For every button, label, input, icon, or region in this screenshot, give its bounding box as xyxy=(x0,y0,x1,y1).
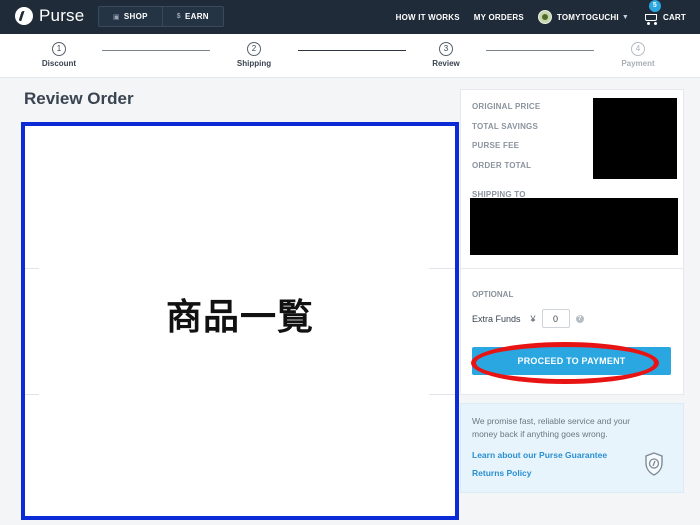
step-shipping[interactable]: 2 Shipping xyxy=(214,42,294,68)
step-review[interactable]: 3 Review xyxy=(406,42,486,68)
earn-label: EARN xyxy=(185,12,209,21)
step-number: 2 xyxy=(247,42,261,56)
help-icon[interactable]: ? xyxy=(575,314,584,323)
divider xyxy=(25,394,455,395)
proceed-to-payment-button[interactable]: PROCEED TO PAYMENT xyxy=(472,347,671,375)
extra-funds-row: Extra Funds ¥ ? xyxy=(472,309,584,328)
nav-links: HOW IT WORKS MY ORDERS TOMYTOGUCHI ▼ 5 C… xyxy=(382,0,686,34)
returns-policy-link[interactable]: Returns Policy xyxy=(472,468,532,478)
redacted-shipping-address xyxy=(470,198,678,255)
currency-symbol: ¥ xyxy=(530,313,536,324)
shield-icon xyxy=(645,452,663,476)
step-label: Shipping xyxy=(236,59,272,68)
purse-guarantee-box: We promise fast, reliable service and yo… xyxy=(460,403,684,493)
top-nav: Purse ▣ SHOP $ EARN HOW IT WORKS MY ORDE… xyxy=(0,0,700,34)
cart-link[interactable]: 5 CART xyxy=(643,0,686,25)
optional-label: OPTIONAL xyxy=(472,290,514,299)
user-menu[interactable]: TOMYTOGUCHI ▼ xyxy=(537,10,629,24)
shop-button[interactable]: ▣ SHOP xyxy=(99,7,162,26)
step-label: Payment xyxy=(621,59,655,68)
earn-button[interactable]: $ EARN xyxy=(161,7,223,26)
step-connector xyxy=(298,50,406,51)
step-number: 3 xyxy=(439,42,453,56)
step-number: 4 xyxy=(631,42,645,56)
total-savings-label: TOTAL SAVINGS xyxy=(472,122,539,131)
dollar-icon: $ xyxy=(176,13,181,20)
cart-count-badge: 5 xyxy=(648,0,661,12)
user-name: TOMYTOGUCHI xyxy=(556,12,619,22)
purse-logo-icon xyxy=(15,7,33,25)
purse-logo[interactable]: Purse xyxy=(15,6,84,26)
cart-label: CART xyxy=(662,12,686,22)
step-payment: 4 Payment xyxy=(598,42,678,68)
shop-label: SHOP xyxy=(123,12,148,21)
page-title: Review Order xyxy=(24,89,134,108)
step-label: Discount xyxy=(41,59,77,68)
redacted-price-values xyxy=(593,98,677,179)
chevron-down-icon: ▼ xyxy=(621,13,629,21)
original-price-label: ORIGINAL PRICE xyxy=(472,102,541,111)
extra-funds-input[interactable] xyxy=(541,309,570,328)
order-items-panel: 商品一覧 xyxy=(21,122,459,520)
purse-fee-label: PURSE FEE xyxy=(472,141,520,150)
divider xyxy=(461,268,683,269)
step-connector xyxy=(486,50,594,51)
brand-name: Purse xyxy=(39,6,85,25)
guarantee-text: We promise fast, reliable service and yo… xyxy=(472,416,631,439)
bag-icon: ▣ xyxy=(113,13,120,21)
avatar xyxy=(537,10,552,24)
step-connector xyxy=(102,50,210,51)
step-discount[interactable]: 1 Discount xyxy=(19,42,99,68)
step-label: Review xyxy=(432,59,460,68)
step-number: 1 xyxy=(52,42,66,56)
guarantee-link[interactable]: Learn about our Purse Guarantee xyxy=(472,450,607,460)
extra-funds-label: Extra Funds xyxy=(472,313,521,324)
items-list-label: 商品一覧 xyxy=(165,297,314,338)
shop-earn-toggle: ▣ SHOP $ EARN xyxy=(98,6,224,27)
how-it-works-link[interactable]: HOW IT WORKS xyxy=(396,13,460,22)
cart-icon: 5 xyxy=(643,0,661,25)
divider xyxy=(25,268,455,269)
my-orders-link[interactable]: MY ORDERS xyxy=(474,13,524,22)
order-summary: ORIGINAL PRICE TOTAL SAVINGS PURSE FEE O… xyxy=(460,89,684,395)
order-total-label: ORDER TOTAL xyxy=(472,161,532,170)
checkout-stepper: 1 Discount 2 Shipping 3 Review 4 Payment xyxy=(0,34,700,78)
